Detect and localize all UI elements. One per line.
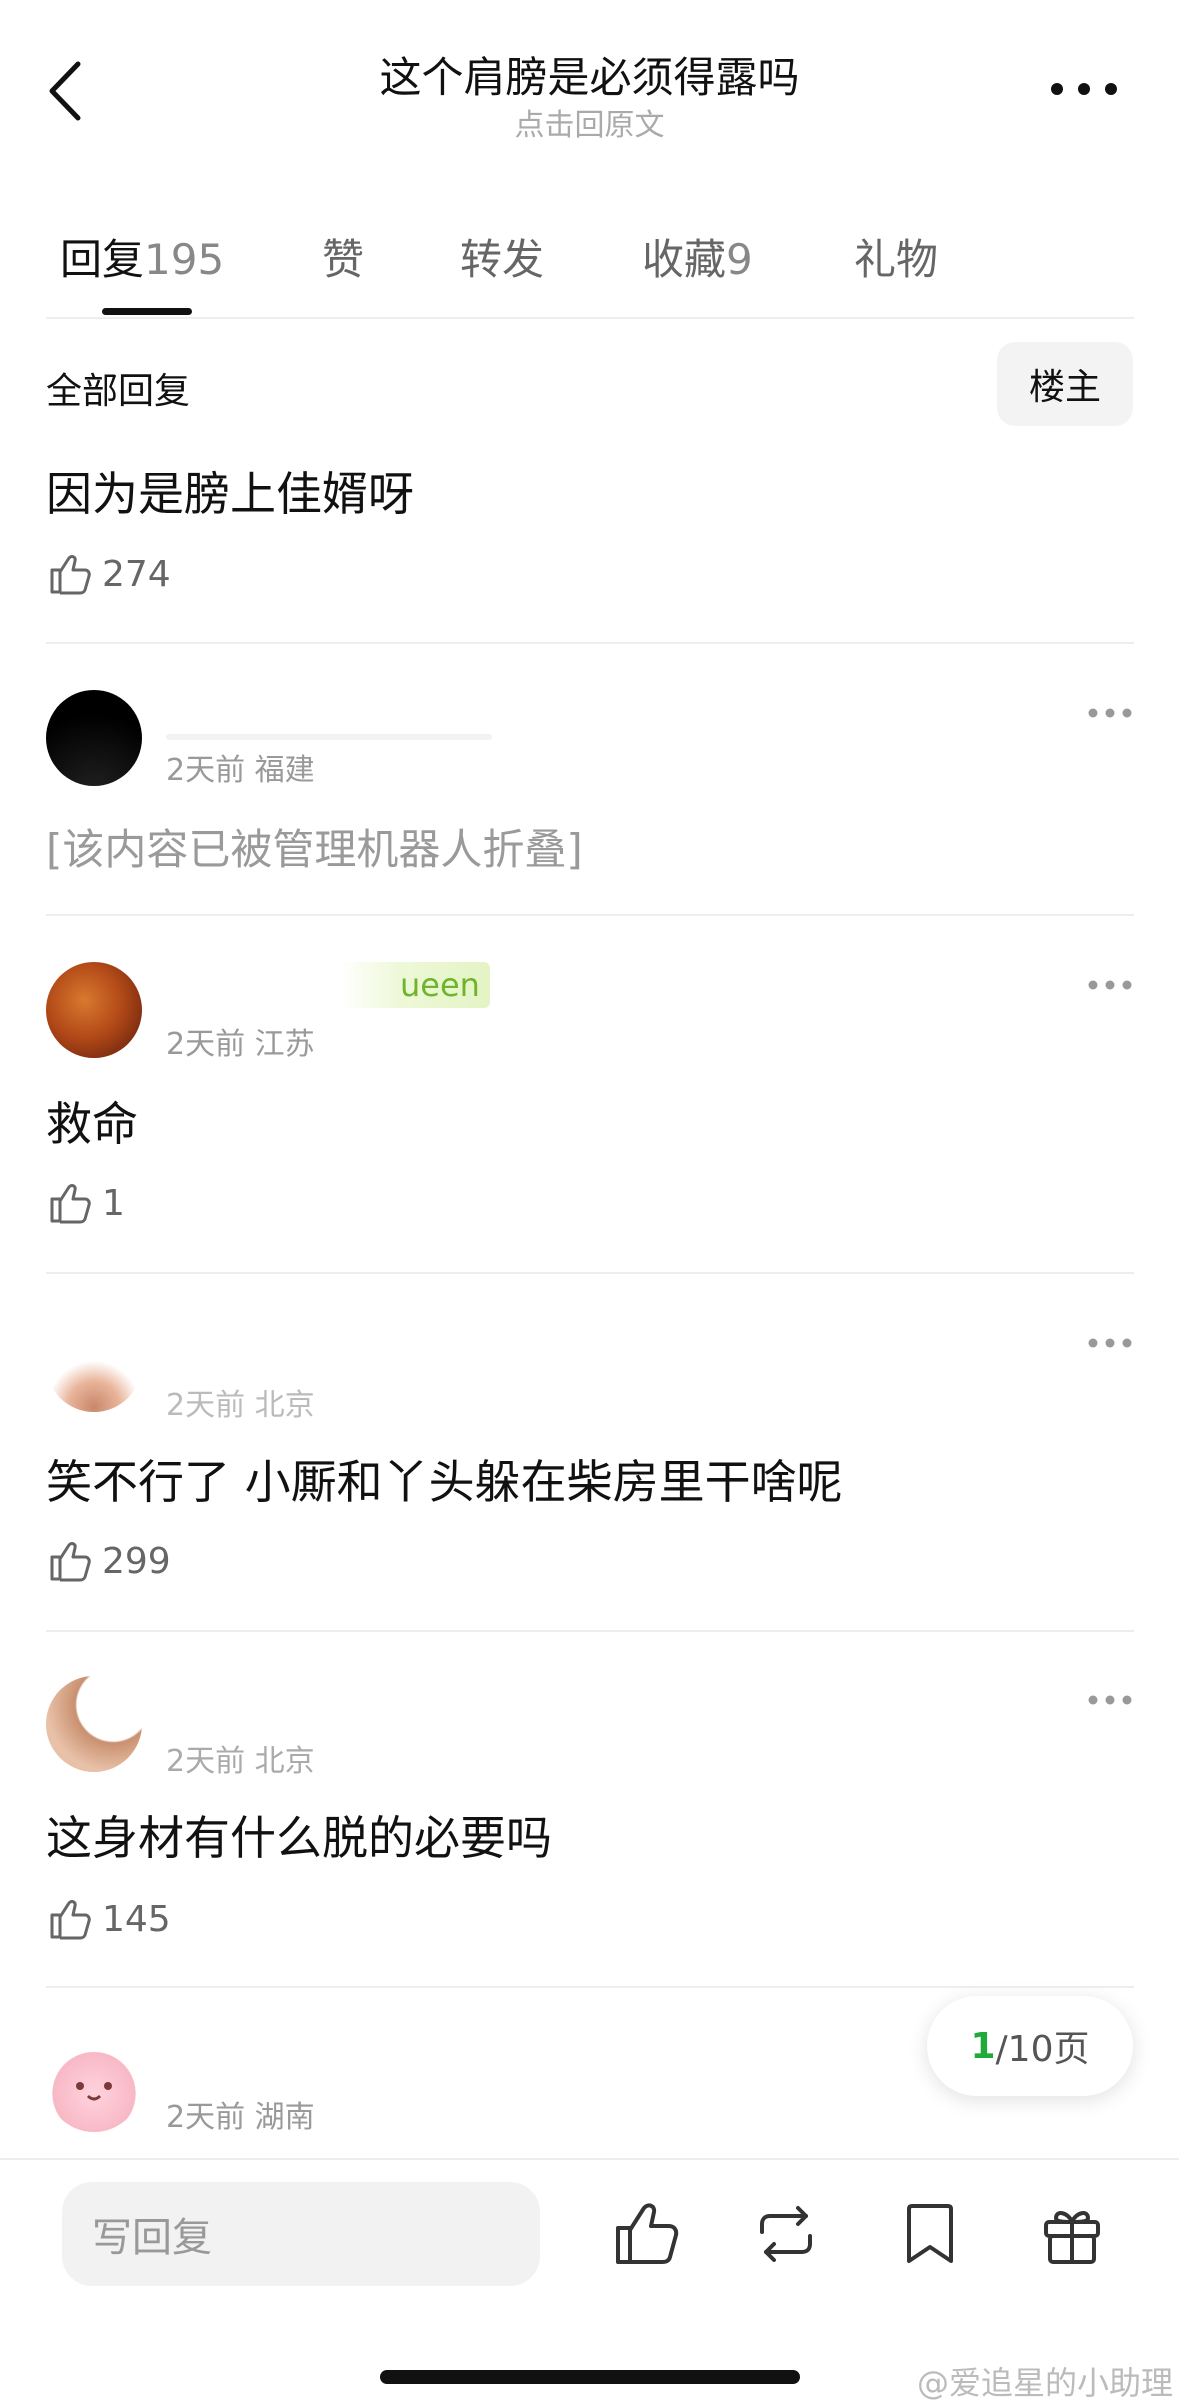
reply-input[interactable]: 写回复 (62, 2182, 540, 2286)
total-pages: /10页 (995, 2029, 1090, 2070)
comment-more-icon[interactable] (1087, 977, 1133, 993)
comment-divider (46, 1272, 1134, 1274)
tab-bar: 回复195 赞 转发 收藏9 礼物 (60, 220, 1120, 320)
comment-more-icon[interactable] (1087, 1692, 1133, 1708)
like-count: 145 (102, 1898, 171, 1940)
tab-reposts[interactable]: 转发 (460, 226, 544, 287)
op-only-button[interactable]: 楼主 (997, 342, 1133, 426)
thumbs-up-icon (50, 1900, 91, 1940)
comment-text[interactable]: 这身材有什么脱的必要吗 (46, 1802, 552, 1868)
tab-label: 转发 (460, 235, 545, 284)
like-count: 299 (102, 1540, 171, 1582)
gift-icon[interactable] (1034, 2196, 1110, 2272)
comment-more-icon[interactable] (1087, 705, 1133, 721)
comment-meta: 2天前 北京 (166, 1388, 315, 1423)
thumbs-up-icon (50, 555, 91, 595)
like-button[interactable]: 1 (46, 1178, 125, 1228)
page-title[interactable]: 这个肩膀是必须得露吗 (0, 44, 1179, 105)
badge-label: ueen (400, 966, 480, 1004)
avatar[interactable] (46, 1316, 142, 1412)
tab-label: 赞 (322, 235, 365, 284)
avatar[interactable] (46, 962, 142, 1058)
folded-content-text[interactable]: [该内容已被管理机器人折叠] (46, 816, 583, 877)
comment-text[interactable]: 救命 (46, 1088, 138, 1154)
home-indicator[interactable] (380, 2370, 800, 2384)
fan-badge: ueen (340, 962, 490, 1008)
repost-icon[interactable] (748, 2196, 824, 2272)
comment-meta: 2天前 江苏 (166, 1027, 315, 1062)
tabs-divider (46, 317, 1134, 319)
comment-text[interactable]: 笑不行了 小厮和丫头躲在柴房里干啥呢 (46, 1446, 843, 1512)
like-count: 1 (102, 1182, 125, 1224)
active-tab-indicator (102, 308, 192, 315)
more-options-icon[interactable] (1049, 74, 1119, 104)
tab-count: 9 (726, 235, 753, 284)
comment-divider (46, 1630, 1134, 1632)
bookmark-icon[interactable] (892, 2196, 968, 2272)
all-replies-label: 全部回复 (46, 371, 191, 412)
comment-more-icon[interactable] (1087, 1335, 1133, 1351)
thumbs-up-icon (50, 1542, 91, 1582)
comment-meta: 2天前 福建 (166, 753, 315, 788)
thumbs-up-icon[interactable] (608, 2196, 684, 2272)
tab-label: 收藏 (642, 235, 727, 284)
like-count: 274 (102, 553, 171, 595)
current-page: 1 (970, 2025, 996, 2067)
top-nav-bar: 这个肩膀是必须得露吗 点击回原文 (0, 0, 1179, 190)
tab-gifts[interactable]: 礼物 (854, 226, 938, 287)
tab-likes[interactable]: 赞 (322, 226, 364, 287)
watermark: @爱追星的小助理 (916, 2364, 1173, 2402)
like-button[interactable]: 274 (46, 549, 171, 599)
avatar[interactable] (46, 1676, 142, 1772)
tab-label: 礼物 (854, 235, 939, 284)
comment-divider (46, 914, 1134, 916)
like-button[interactable]: 145 (46, 1894, 171, 1944)
comment-text[interactable]: 因为是膀上佳婿呀 (46, 458, 414, 524)
comment-meta: 2天前 北京 (166, 1744, 315, 1779)
avatar[interactable] (46, 2036, 142, 2132)
username-placeholder (166, 734, 492, 740)
tab-label: 回复 (60, 235, 145, 284)
comment-divider (46, 642, 1134, 644)
page-indicator[interactable]: 1/10页 (927, 1996, 1133, 2096)
cute-face-icon (76, 2082, 112, 2101)
thumbs-up-icon (50, 1184, 91, 1224)
comment-divider (46, 1986, 1134, 1988)
back-to-original-link[interactable]: 点击回原文 (0, 100, 1179, 144)
tab-count: 195 (144, 235, 225, 284)
tab-favorites[interactable]: 收藏9 (642, 226, 753, 287)
avatar[interactable] (46, 690, 142, 786)
tab-replies[interactable]: 回复195 (60, 226, 224, 287)
like-button[interactable]: 299 (46, 1536, 171, 1586)
comment-meta: 2天前 湖南 (166, 2100, 315, 2135)
